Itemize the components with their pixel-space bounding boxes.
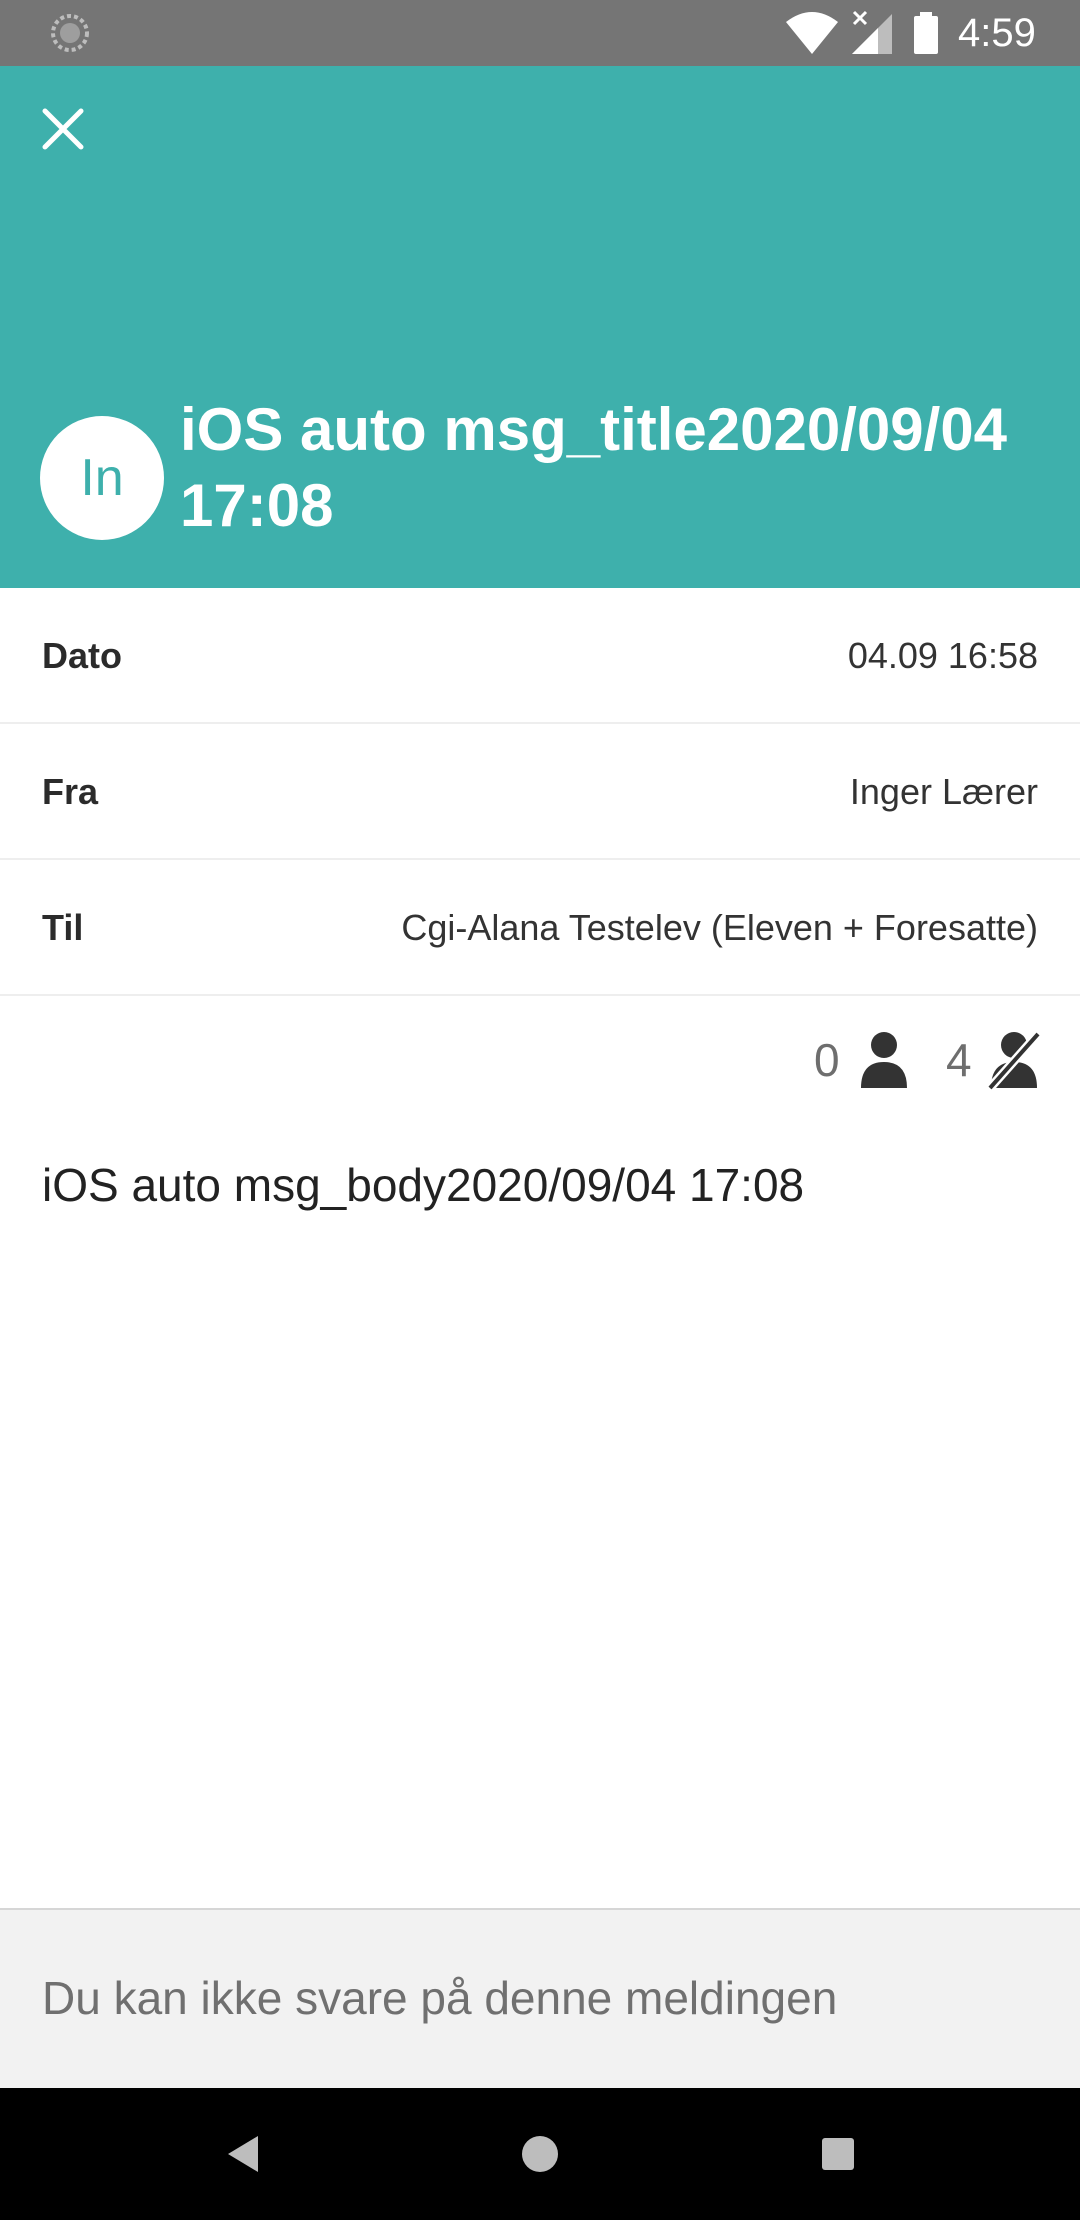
from-row: Fra Inger Lærer [0, 724, 1080, 860]
status-bar: 4:59 [0, 0, 1080, 66]
person-icon [858, 1030, 910, 1090]
message-header: In iOS auto msg_title2020/09/04 17:08 [0, 66, 1080, 588]
from-label: Fra [42, 771, 99, 812]
read-count: 0 [814, 1034, 840, 1086]
status-time: 4:59 [958, 11, 1036, 55]
home-icon [522, 2136, 558, 2172]
signal-icon [850, 10, 894, 56]
message-body: iOS auto msg_body2020/09/04 17:08 [42, 1159, 805, 1211]
battery-icon [912, 10, 940, 56]
read-status: 0 4 [0, 1000, 1080, 1120]
to-row: Til Cgi-Alana Testelev (Eleven + Foresat… [0, 860, 1080, 996]
date-value: 04.09 16:58 [847, 635, 1038, 676]
date-label: Dato [42, 635, 122, 676]
unread-count: 4 [946, 1034, 972, 1086]
sender-avatar: In [40, 416, 164, 540]
date-row: Dato 04.09 16:58 [0, 588, 1080, 724]
reply-notice-text: Du kan ikke svare på denne meldingen [42, 1972, 838, 2024]
back-button[interactable] [212, 2124, 272, 2184]
home-button[interactable] [510, 2124, 570, 2184]
to-label: Til [42, 907, 84, 948]
from-value: Inger Lærer [849, 771, 1038, 812]
reply-notice: Du kan ikke svare på denne meldingen [0, 1908, 1080, 2088]
sync-icon [50, 13, 90, 53]
wifi-icon [784, 10, 840, 56]
back-icon [228, 2136, 258, 2172]
navigation-bar [0, 2088, 1080, 2220]
message-screen: 4:59 In iOS auto msg_title2020/09/04 17:… [0, 0, 1080, 2220]
message-title: iOS auto msg_title2020/09/04 17:08 [180, 396, 1008, 539]
recents-button[interactable] [808, 2124, 868, 2184]
person-off-icon [986, 1030, 1042, 1091]
to-value: Cgi-Alana Testelev (Eleven + Foresatte) [401, 907, 1038, 948]
close-icon [42, 108, 84, 150]
close-button[interactable] [28, 94, 98, 164]
recents-icon [822, 2138, 854, 2170]
